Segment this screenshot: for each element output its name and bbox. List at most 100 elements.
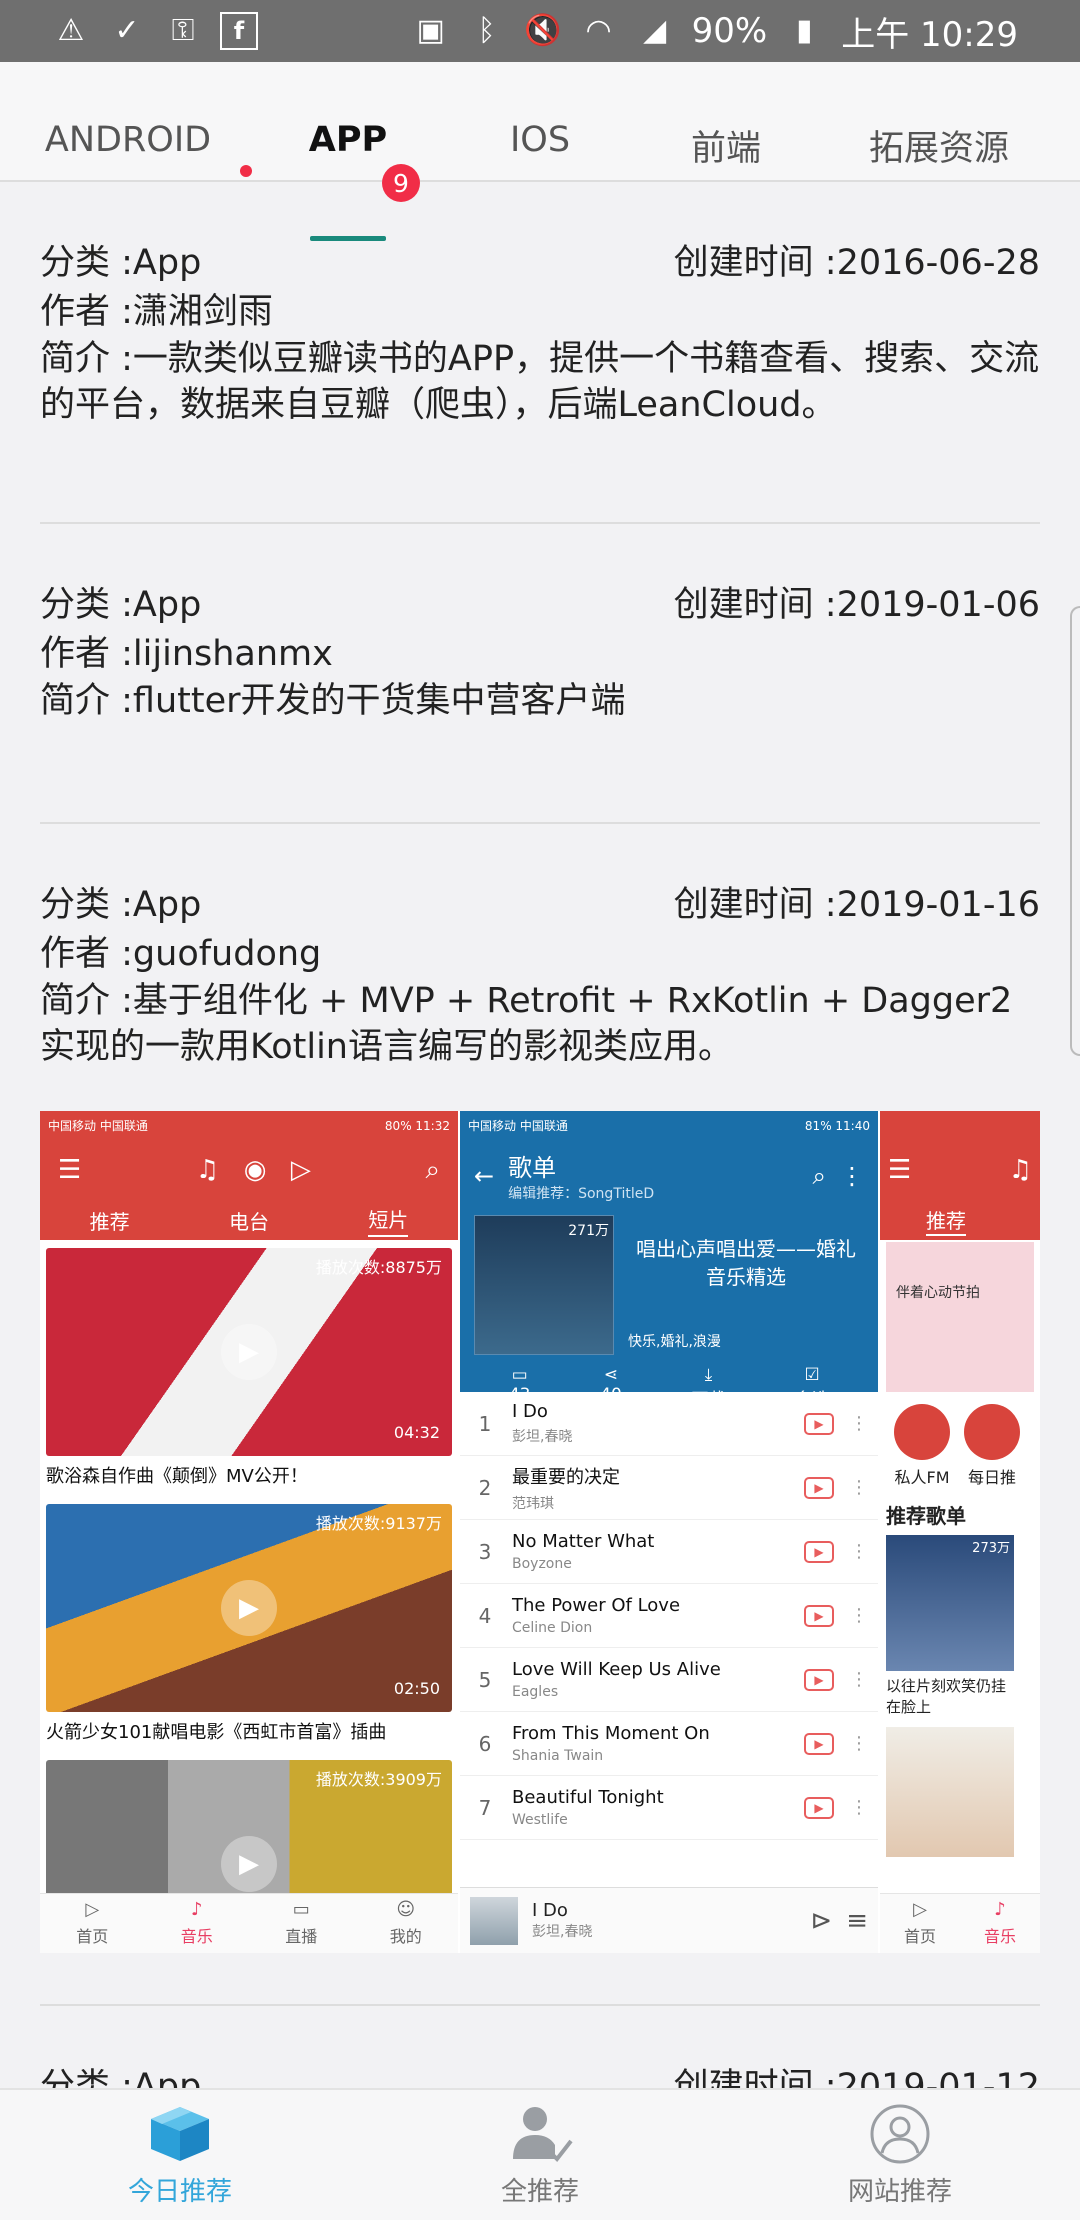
tab-frontend[interactable]: 前端 <box>676 120 776 176</box>
song-row: 2 最重要的决定 范玮琪 ▶ ⋮ <box>460 1456 878 1520</box>
menu-icon: ☰ <box>888 1155 912 1185</box>
wifi-icon: ◠ <box>585 13 612 48</box>
item-created-time: 创建时间 :2016-06-28 <box>673 243 1040 283</box>
item-author: 作者 :guofudong <box>40 934 322 974</box>
preview-screenshots[interactable]: 中国移动 中国联通 80% 11:32 ☰ ♫ ◉ ▷ ⌕ 推荐 电台 短片 播… <box>40 1111 1040 1953</box>
music-note-icon: ♫ <box>1008 1155 1032 1185</box>
play-icon: ▶ <box>804 1796 834 1819</box>
item-description: 简介 :一款类似豆瓣读书的APP，提供一个书籍查看、搜索、交流的平台，数据来自豆… <box>40 339 1040 425</box>
list-item[interactable]: 分类 :App 创建时间 :2019-01-12 <box>40 2062 1040 2088</box>
video-thumbnail: 播放次数:8875万 ▶ 04:32 <box>46 1248 452 1456</box>
tab-extended-resources[interactable]: 拓展资源 <box>858 120 1020 176</box>
tab-ios[interactable]: IOS <box>490 120 590 176</box>
video-play-count: 播放次数:8875万 <box>315 1258 442 1277</box>
tab-short-video: 短片 <box>368 1204 409 1237</box>
fm-icon <box>894 1404 950 1460</box>
album-art <box>470 1896 518 1945</box>
netease-icon: ◉ <box>243 1155 267 1185</box>
playlist-header-title: 歌单 <box>508 1154 557 1182</box>
playlist-card <box>886 1727 1014 1857</box>
item-created-time: 创建时间 :2019-01-16 <box>673 885 1040 925</box>
play-icon: ▶ <box>804 1476 834 1499</box>
video-caption: 歌浴森自作曲《颠倒》MV公开！ <box>46 1466 308 1487</box>
menu-icon: ☰ <box>58 1155 82 1185</box>
play-icon: ⊳ <box>810 1905 833 1936</box>
music-icon: ♪ <box>190 1898 203 1920</box>
play-icon: ▶ <box>804 1732 834 1755</box>
charging-icon: ▮ <box>795 13 813 48</box>
item-description: 简介 :flutter开发的干货集中营客户端 <box>40 681 626 721</box>
battery-level: 90% <box>691 11 768 51</box>
warning-icon: ⚠ <box>57 13 85 48</box>
now-playing-bar: I Do 彭坦,春晓 ⊳ ≡ <box>460 1887 878 1953</box>
song-row: 6 From This Moment On Shania Twain ▶ ⋮ <box>460 1712 878 1776</box>
list-item[interactable]: 分类 :App 创建时间 :2019-01-06 作者 :lijinshanmx… <box>40 580 1040 724</box>
video-play-count: 播放次数:3909万 <box>315 1770 442 1789</box>
screenshot-playlist: 中国移动 中国联通 81% 11:40 ← 歌单 编辑推荐：SongTitleD… <box>460 1111 878 1953</box>
screenshot-recommend: ☰ ♫ 推荐 伴着心动节拍 私人FM 每日推 推荐歌单 273万 以往片刻欢笑仍… <box>880 1111 1040 1953</box>
divider <box>40 822 1040 824</box>
status-bar: ⚠ ✓ ⚿ f ▣ ᛒ 🔇 ◠ ◢ 90% ▮ 上午 10:29 <box>0 0 1080 62</box>
section-title: 推荐歌单 <box>886 1504 966 1528</box>
more-icon: ⋮ <box>850 1605 868 1626</box>
category-tabs: ANDROID APP IOS 前端 拓展资源 9 <box>0 62 1080 241</box>
screenshot-music-videos: 中国移动 中国联通 80% 11:32 ☰ ♫ ◉ ▷ ⌕ 推荐 电台 短片 播… <box>40 1111 458 1953</box>
scroll-indicator[interactable] <box>1070 606 1080 1056</box>
item-created-time: 创建时间 :2019-01-12 <box>673 2067 1040 2088</box>
video-icon: ▷ <box>290 1155 311 1185</box>
item-category: 分类 :App <box>40 243 202 283</box>
more-icon: ⋮ <box>850 1669 868 1690</box>
music-note-icon: ♫ <box>195 1155 220 1185</box>
video-play-count: 播放次数:9137万 <box>315 1514 442 1533</box>
more-icon: ⋮ <box>840 1161 864 1190</box>
divider <box>40 2004 1040 2006</box>
item-description: 简介 :基于组件化 + MVP + Retrofit + RxKotlin + … <box>40 981 1013 1067</box>
list-item[interactable]: 分类 :App 创建时间 :2019-01-16 作者 :guofudong 简… <box>40 880 1040 1070</box>
mute-icon: 🔇 <box>523 13 562 48</box>
list-item[interactable]: 分类 :App 创建时间 :2016-06-28 作者 :潇湘剑雨 简介 :一款… <box>40 238 1040 428</box>
nav-all-recommend[interactable]: 全推荐 <box>390 2103 690 2208</box>
play-icon: ▶ <box>221 1324 277 1380</box>
repo-list: 分类 :App 创建时间 :2016-06-28 作者 :潇湘剑雨 简介 :一款… <box>0 182 1080 2088</box>
play-icon: ▶ <box>221 1836 277 1892</box>
new-indicator-dot <box>240 165 252 177</box>
share-icon: ⋖ <box>603 1365 619 1385</box>
music-icon: ♪ <box>994 1898 1006 1920</box>
home-icon: ▷ <box>913 1898 927 1920</box>
song-list: 1I Do 彭坦,春晓 ▶ ⋮ 2 最重要的决定 范玮琪 ▶ ⋮ 3 No Matter Wha… <box>460 1392 878 1840</box>
download-icon: ⤓ <box>704 1365 713 1385</box>
more-icon: ⋮ <box>850 1477 868 1498</box>
more-icon: ⋮ <box>850 1733 868 1754</box>
playlist-card: 273万 <box>886 1535 1014 1671</box>
key-icon: ⚿ <box>171 13 195 48</box>
banner: 伴着心动节拍 <box>886 1242 1034 1392</box>
back-arrow-icon: ← <box>474 1161 495 1190</box>
user-circle-icon <box>870 2104 930 2163</box>
battery-saver-icon: ▣ <box>416 13 445 48</box>
phone-status: 80% 11:32 <box>384 1118 450 1133</box>
signal-icon: ◢ <box>643 13 667 48</box>
check-circle-icon: ✓ <box>114 13 140 48</box>
song-row: 4 The Power Of Love Celine Dion ▶ ⋮ <box>460 1584 878 1648</box>
playlist-tags: 快乐,婚礼,浪漫 <box>628 1334 721 1350</box>
play-icon: ▶ <box>804 1668 834 1691</box>
queue-icon: ≡ <box>846 1905 868 1936</box>
calendar-icon <box>964 1404 1020 1460</box>
bluetooth-icon: ᛒ <box>477 13 496 48</box>
phone-bottom-nav: ▷ 首页 ♪ 音乐 ▭ 直播 ☺ 我的 <box>40 1893 458 1953</box>
nav-today-recommend[interactable]: 今日推荐 <box>30 2103 330 2208</box>
home-icon: ▷ <box>85 1898 100 1920</box>
song-row: 3 No Matter What Boyzone ▶ ⋮ <box>460 1520 878 1584</box>
nav-site-recommend[interactable]: 网站推荐 <box>750 2103 1050 2208</box>
phone-carrier: 中国移动 中国联通 <box>48 1119 148 1133</box>
tab-android[interactable]: ANDROID <box>38 120 218 176</box>
video-thumbnail: 播放次数:9137万 ▶ 02:50 <box>46 1504 452 1712</box>
profile-icon: ☺ <box>396 1898 416 1920</box>
user-check-icon <box>513 2106 573 2162</box>
item-created-time: 创建时间 :2019-01-06 <box>673 585 1040 625</box>
more-icon: ⋮ <box>850 1413 868 1434</box>
facebook-icon: f <box>220 12 258 50</box>
play-icon: ▶ <box>804 1604 834 1627</box>
video-duration: 02:50 <box>393 1679 440 1698</box>
bottom-nav: 今日推荐 全推荐 网站推荐 <box>0 2088 1080 2220</box>
